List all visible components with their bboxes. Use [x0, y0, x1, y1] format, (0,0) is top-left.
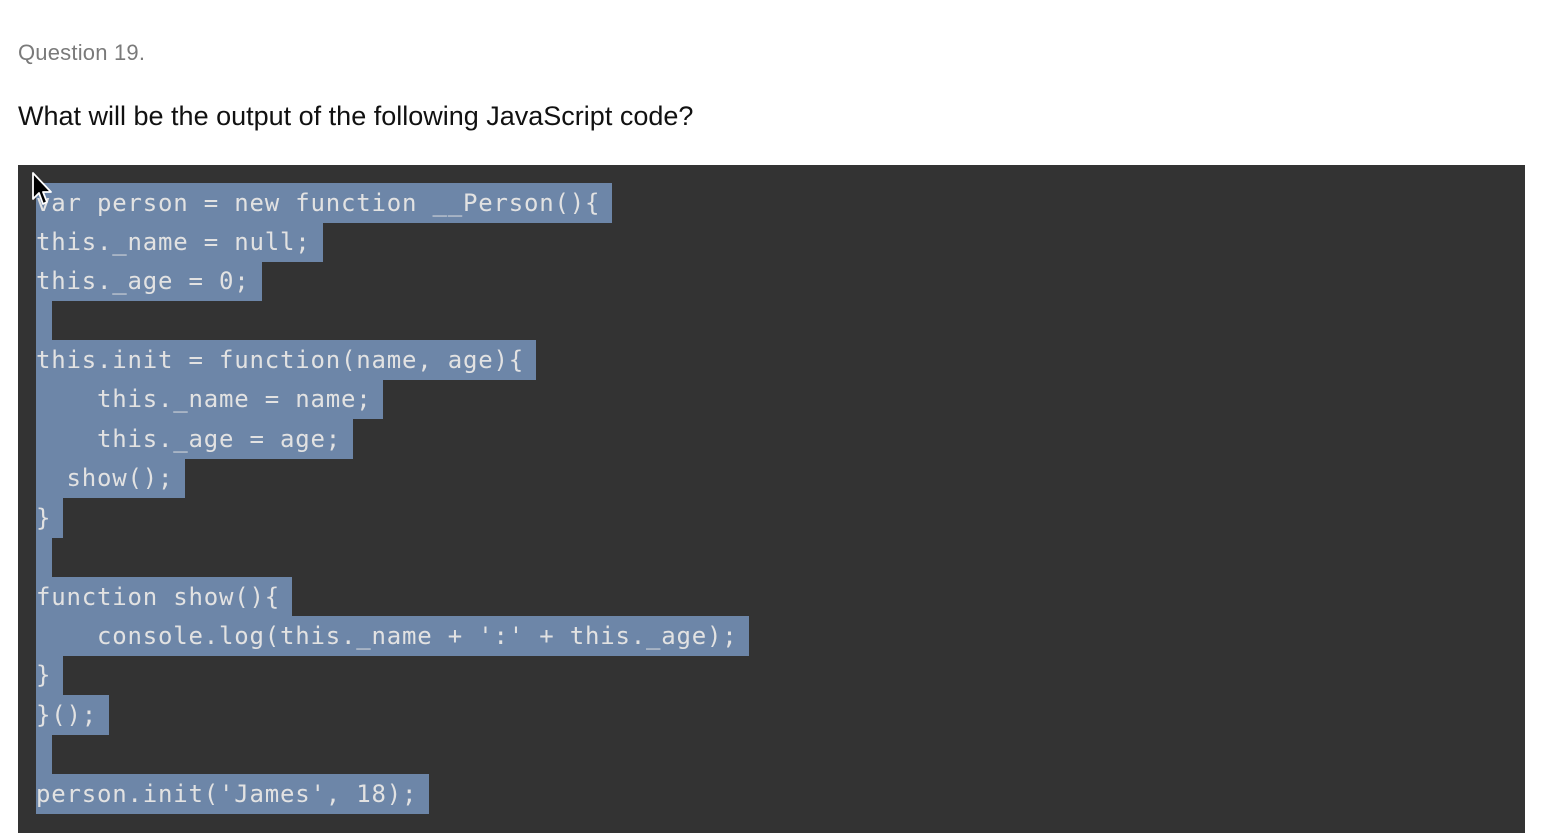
code-line-text: this._age = age; [36, 419, 353, 459]
code-line-text [36, 537, 52, 577]
code-line: }(); [36, 695, 109, 735]
code-line [36, 734, 52, 774]
code-line-text [36, 734, 52, 774]
code-line [36, 537, 52, 577]
code-line-text [36, 301, 52, 341]
code-line: this._name = name; [36, 379, 384, 419]
code-line [36, 301, 52, 341]
question-prompt: What will be the output of the following… [18, 101, 694, 131]
question-number: Question 19. [18, 40, 146, 65]
code-line: console.log(this._name + ':' + this._age… [36, 616, 750, 656]
mouse-pointer-icon [32, 172, 52, 205]
page: Question 19. What will be the output of … [0, 0, 1548, 838]
code-line-text: this._age = 0; [36, 261, 262, 301]
code-line: person.init('James', 18); [36, 774, 430, 814]
code-line-text: this._name = name; [36, 379, 384, 419]
code-line: } [36, 655, 64, 695]
code-line: this._name = null; [36, 222, 323, 262]
code-line: } [36, 498, 64, 538]
code-line-text: } [36, 498, 64, 538]
code-line-text: } [36, 655, 64, 695]
code-line-text: this._name = null; [36, 222, 323, 262]
code-line-text: this.init = function(name, age){ [36, 340, 536, 380]
code-line-text: function show(){ [36, 577, 292, 617]
code-line-text: show(); [36, 458, 186, 498]
code-line-text: person.init('James', 18); [36, 774, 430, 814]
code-line: this.init = function(name, age){ [36, 340, 536, 380]
code-line-text: var person = new function __Person(){ [36, 183, 613, 223]
code-line: show(); [36, 458, 186, 498]
code-line-text: }(); [36, 695, 109, 735]
code-line: this._age = 0; [36, 261, 262, 301]
code-line-text: console.log(this._name + ':' + this._age… [36, 616, 750, 656]
code-line: var person = new function __Person(){ [36, 183, 613, 223]
code-line: function show(){ [36, 577, 292, 617]
code-line: this._age = age; [36, 419, 353, 459]
code-block[interactable]: var person = new function __Person(){ th… [18, 165, 1525, 833]
